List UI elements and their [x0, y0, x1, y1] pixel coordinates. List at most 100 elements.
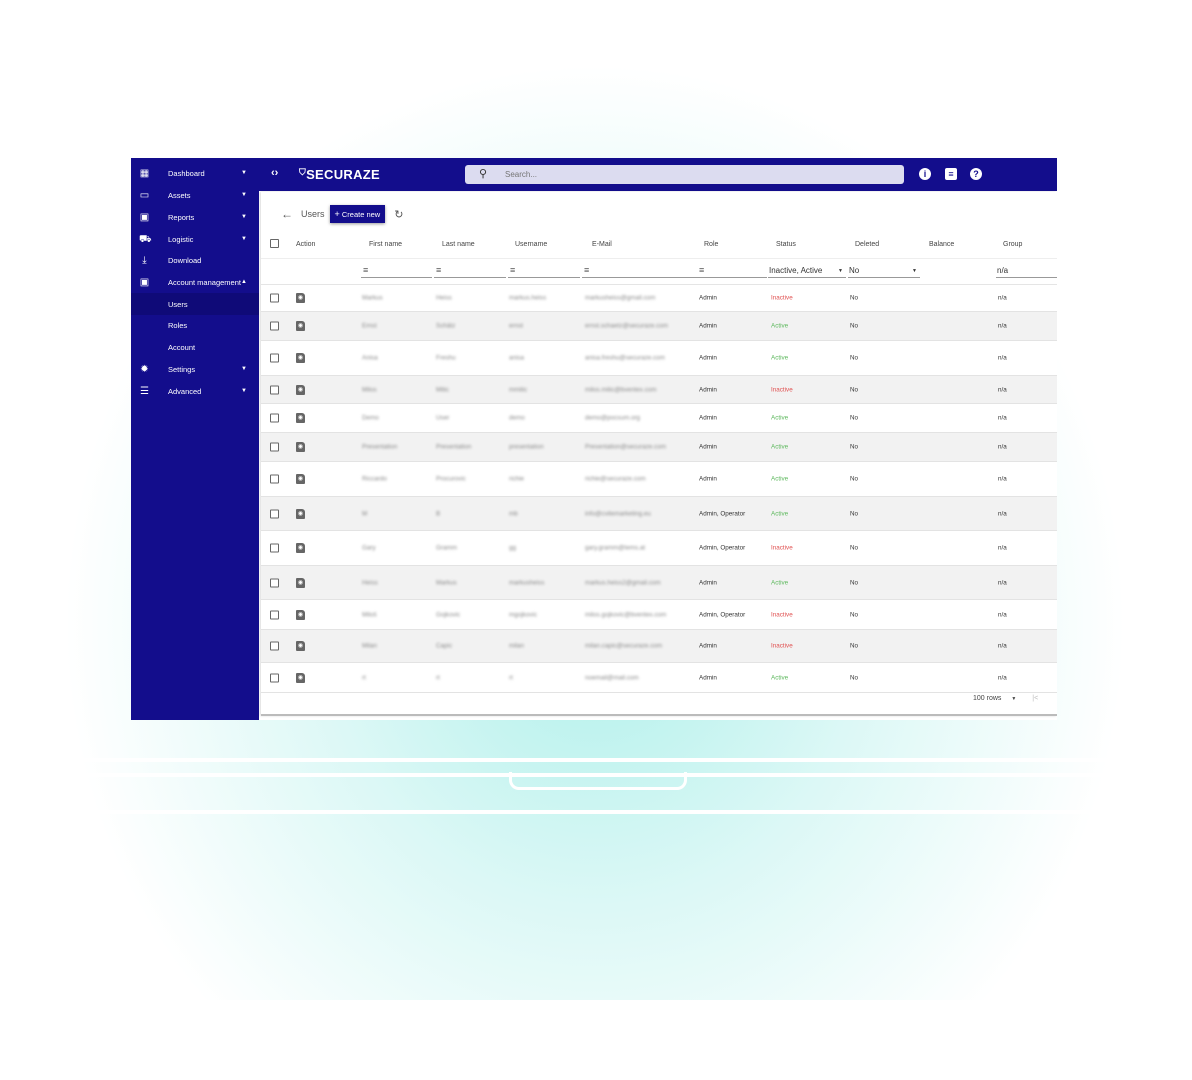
create-new-button[interactable]: + Create new — [329, 205, 386, 223]
chevron-up-icon[interactable]: ▲ — [241, 279, 247, 285]
column-header[interactable]: Balance — [929, 241, 954, 248]
row-checkbox[interactable] — [270, 413, 279, 423]
sidebar-item-account-management[interactable]: ▣ Account management ▲ — [131, 271, 259, 293]
create-new-label: Create new — [341, 210, 381, 219]
row-checkbox[interactable] — [270, 442, 279, 452]
chevron-down-icon[interactable]: ▼ — [241, 236, 247, 242]
sidebar-item-reports[interactable]: ▣ Reports ▼ — [131, 206, 259, 228]
feedback-icon[interactable]: ≡ — [945, 168, 957, 180]
sidebar-item-settings[interactable]: ✹ Settings ▼ — [131, 358, 259, 380]
sidebar-item-download[interactable]: ⤓ Download — [131, 249, 259, 271]
row-checkbox[interactable] — [270, 353, 279, 363]
refresh-icon[interactable]: ↻ — [394, 208, 403, 221]
cell-role: Admin — [699, 354, 717, 362]
table-row[interactable]: ◉ Ernst Schätz ernst ernst.schaetz@securaze.… — [261, 312, 1057, 341]
sidebar-item-dashboard[interactable]: ▦ Dashboard ▼ — [131, 162, 259, 184]
chevron-down-icon[interactable]: ▼ — [241, 214, 247, 220]
table-row[interactable]: ◉ Markus Heiss markus.heiss markusheiss@gmai… — [261, 285, 1057, 312]
row-checkbox[interactable] — [270, 543, 279, 553]
table-row[interactable]: ◉ Gary Gramm gg gary.gramm@tems.at Admin, Ope… — [261, 531, 1057, 566]
row-checkbox[interactable] — [270, 641, 279, 651]
column-header[interactable]: Last name — [442, 241, 475, 248]
select-all-checkbox[interactable] — [270, 239, 279, 248]
filter-icon[interactable]: ≡ — [584, 265, 589, 275]
chevron-down-icon[interactable]: ▼ — [1011, 696, 1016, 702]
filter-underline — [508, 277, 580, 278]
chevron-down-icon[interactable]: ▼ — [241, 388, 247, 394]
cell-role: Admin — [699, 322, 717, 330]
filter-icon[interactable]: ≡ — [699, 265, 704, 275]
chevron-down-icon[interactable]: ▼ — [838, 268, 843, 274]
info-icon[interactable]: i — [919, 168, 931, 180]
table-row[interactable]: ◉ Riccardo Procurovic richie richie@securaze… — [261, 462, 1057, 497]
rows-per-page-select[interactable]: 100 rows — [973, 695, 1001, 702]
sidebar-toggle-button[interactable]: ‹› — [271, 167, 278, 179]
help-icon[interactable]: ? — [970, 168, 982, 180]
table-row[interactable]: ◉ rt rt rt noemail@mail.com Admin Active No n/a — [261, 663, 1057, 693]
view-details-icon[interactable]: ◉ — [296, 321, 305, 331]
table-row[interactable]: ◉ Presentation Presentation presentation Pre… — [261, 433, 1057, 462]
row-checkbox[interactable] — [270, 509, 279, 518]
deleted-filter-select[interactable]: No — [849, 266, 859, 275]
view-details-icon[interactable]: ◉ — [296, 508, 305, 519]
sidebar-item-advanced[interactable]: ☰ Advanced ▼ — [131, 380, 259, 402]
table-row[interactable]: ◉ M Bmb info@cvitemarketing.eu Admin, Operat… — [261, 497, 1057, 531]
filter-icon[interactable]: ≡ — [510, 265, 515, 275]
row-checkbox[interactable] — [270, 673, 279, 682]
filter-icon[interactable]: ≡ — [436, 265, 441, 275]
back-arrow-icon[interactable]: ← — [281, 207, 293, 221]
row-checkbox[interactable] — [270, 610, 279, 619]
cell-deleted: No — [850, 611, 859, 618]
search-input[interactable] — [505, 168, 885, 181]
view-details-icon[interactable]: ◉ — [296, 293, 305, 303]
chevron-down-icon[interactable]: ▼ — [241, 170, 247, 176]
sidebar-item-assets[interactable]: ▭ Assets ▼ — [131, 184, 259, 206]
cell-last-name: Gramm — [436, 544, 457, 552]
filter-icon[interactable]: ≡ — [363, 265, 368, 275]
column-header[interactable]: Username — [515, 241, 547, 248]
column-header[interactable]: Deleted — [855, 241, 879, 248]
view-details-icon[interactable]: ◉ — [296, 474, 305, 484]
table-row[interactable]: ◉ Miloš Gojkovic mgojkovic milos.gojkovic@bv… — [261, 600, 1057, 630]
row-checkbox[interactable] — [270, 293, 279, 303]
column-header[interactable]: Status — [776, 241, 796, 248]
view-details-icon[interactable]: ◉ — [296, 609, 305, 620]
cell-first-name: Gary — [362, 544, 376, 552]
chevron-down-icon[interactable]: ▼ — [912, 268, 917, 274]
search-icon: ⚲ — [479, 168, 488, 180]
view-details-icon[interactable]: ◉ — [296, 353, 305, 363]
sidebar-item-logistic[interactable]: ⛟ Logistic ▼ — [131, 228, 259, 250]
row-checkbox[interactable] — [270, 385, 279, 394]
laptop-notch — [509, 772, 687, 790]
sidebar-item-label: Users — [168, 299, 188, 309]
first-page-button[interactable]: |< — [1032, 695, 1038, 702]
view-details-icon[interactable]: ◉ — [296, 641, 305, 651]
view-details-icon[interactable]: ◉ — [296, 413, 305, 423]
view-details-icon[interactable]: ◉ — [296, 543, 305, 553]
table-row[interactable]: ◉ Anisa Freshu anisa anisa.freshu@securaze.c… — [261, 341, 1057, 376]
column-header[interactable]: Role — [704, 241, 718, 248]
sidebar-item-users[interactable]: Users — [131, 293, 259, 315]
search-bar[interactable]: ⚲ — [465, 165, 904, 184]
column-header[interactable]: Action — [296, 241, 315, 248]
table-row[interactable]: ◉ Demo User demo demo@pocsum.org Admin Active N… — [261, 404, 1057, 433]
chevron-down-icon[interactable]: ▼ — [241, 366, 247, 372]
view-details-icon[interactable]: ◉ — [296, 442, 305, 452]
chevron-down-icon[interactable]: ▼ — [241, 192, 247, 198]
view-details-icon[interactable]: ◉ — [296, 672, 305, 683]
column-header[interactable]: First name — [369, 241, 402, 248]
column-header[interactable]: E-Mail — [592, 241, 612, 248]
row-checkbox[interactable] — [270, 578, 279, 587]
sidebar-item-account[interactable]: Account — [131, 336, 259, 358]
group-filter-input[interactable]: n/a — [997, 266, 1008, 275]
status-filter-select[interactable]: Inactive, Active — [769, 266, 822, 275]
column-header[interactable]: Group — [1003, 241, 1022, 248]
sidebar-item-roles[interactable]: Roles — [131, 314, 259, 336]
table-row[interactable]: ◉ Heiss Markus markusheiss markus.heiss2@gma… — [261, 566, 1057, 600]
table-row[interactable]: ◉ Milos Mitic mmitic milos.mitic@bventex.com… — [261, 376, 1057, 404]
row-checkbox[interactable] — [270, 474, 279, 484]
view-details-icon[interactable]: ◉ — [296, 577, 305, 588]
table-row[interactable]: ◉ Milan Capic milan milan.capic@securaze.com… — [261, 630, 1057, 663]
row-checkbox[interactable] — [270, 321, 279, 331]
view-details-icon[interactable]: ◉ — [296, 384, 305, 395]
